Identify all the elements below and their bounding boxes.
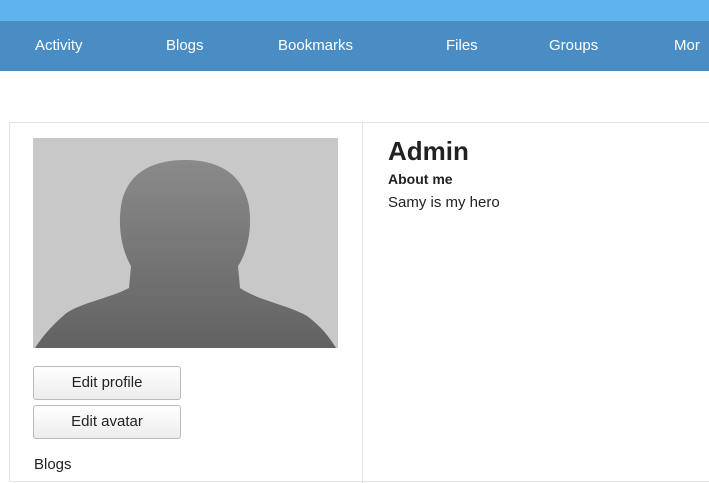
main-navbar: Activity Blogs Bookmarks Files Groups Mo… bbox=[0, 21, 709, 71]
nav-files[interactable]: Files bbox=[446, 21, 478, 71]
about-me-label: About me bbox=[388, 171, 453, 187]
about-me-text: Samy is my hero bbox=[388, 194, 500, 211]
edit-profile-button[interactable]: Edit profile bbox=[33, 366, 181, 400]
edit-avatar-button[interactable]: Edit avatar bbox=[33, 405, 181, 439]
profile-name: Admin bbox=[388, 136, 469, 166]
top-bar bbox=[0, 0, 709, 21]
sidebar-blogs-link[interactable]: Blogs bbox=[34, 456, 72, 473]
nav-bookmarks[interactable]: Bookmarks bbox=[278, 21, 353, 71]
profile-divider bbox=[362, 123, 363, 483]
nav-activity[interactable]: Activity bbox=[35, 21, 83, 71]
nav-groups[interactable]: Groups bbox=[549, 21, 598, 71]
person-silhouette-icon bbox=[33, 138, 338, 348]
nav-more[interactable]: Mor bbox=[674, 21, 700, 71]
nav-blogs[interactable]: Blogs bbox=[166, 21, 204, 71]
